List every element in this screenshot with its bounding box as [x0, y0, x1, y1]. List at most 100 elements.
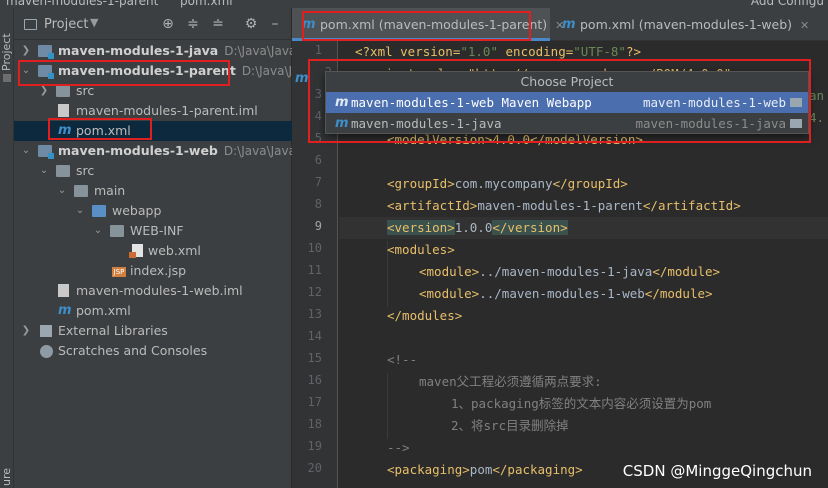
tag-close: </packaging>: [492, 462, 583, 477]
line-number: 11: [307, 263, 322, 277]
comment: -->: [387, 440, 410, 455]
tree-item-label: maven-modules-1-java: [58, 43, 219, 58]
comment: 1、packaging标签的文本内容必须设置为pom: [451, 396, 712, 411]
code-line-7: <groupId>com.mycompany</groupId>: [387, 173, 828, 195]
code-line-16: maven父工程必须遵循两点要求:: [419, 371, 828, 393]
library-icon: [40, 325, 52, 337]
folder-icon: [74, 185, 88, 197]
chevron-down-icon[interactable]: ⌄: [56, 181, 68, 201]
tree-item-web-iml[interactable]: maven-modules-1-web.iml: [14, 281, 292, 301]
tree-item-label: main: [94, 183, 126, 198]
code-line-12: <module>../maven-modules-1-web</module>: [419, 283, 828, 305]
maven-icon: m: [562, 17, 576, 32]
annotation-box-pom-file: [48, 118, 152, 140]
project-panel-title[interactable]: Project: [44, 17, 88, 32]
tree-item-web-inf[interactable]: ⌄ WEB-INF: [14, 221, 292, 241]
tag-close: </groupId>: [552, 176, 628, 191]
code-line-4: 4.: [809, 107, 828, 129]
line-number: 6: [314, 153, 322, 167]
code-line-19: -->: [387, 437, 828, 459]
add-configuration-button[interactable]: Add Configu: [751, 0, 824, 8]
close-icon[interactable]: ✕: [800, 19, 809, 32]
tag-open: <artifactId>: [387, 198, 478, 213]
collapse-all-icon[interactable]: ≐: [209, 15, 227, 33]
breadcrumb-file[interactable]: pom.xml: [180, 0, 233, 8]
folder-icon: [56, 85, 70, 97]
modules-tag: <modules>: [387, 242, 455, 257]
tree-item-web-src[interactable]: ⌄ src: [14, 161, 292, 181]
chevron-right-icon[interactable]: ❯: [20, 321, 32, 341]
breadcrumb-project[interactable]: maven-modules-1-parent: [6, 0, 158, 8]
tree-item-web-xml[interactable]: web.xml: [14, 241, 292, 261]
code-line-10: <modules>: [387, 239, 828, 261]
code-line-3: an: [809, 85, 828, 107]
comment: <!--: [387, 352, 418, 367]
tag-close: </artifactId>: [642, 198, 741, 213]
xml-decl: encoding=: [498, 44, 574, 59]
tree-item-label: pom.xml: [76, 303, 131, 318]
jsp-icon: JSP: [112, 267, 126, 277]
expand-all-icon[interactable]: ≑: [184, 15, 202, 33]
annotation-box-parent-module: [18, 60, 230, 86]
indent-guide: [387, 373, 388, 439]
chevron-down-icon[interactable]: ⌄: [38, 161, 50, 181]
tree-item-web-module[interactable]: ⌄ maven-modules-1-web D:\Java\JavaPro: [14, 141, 292, 161]
tree-item-label: Scratches and Consoles: [58, 343, 208, 358]
tag-text: ../maven-modules-1-java: [479, 264, 653, 279]
hide-icon[interactable]: –: [266, 15, 284, 33]
tag-text: 1.0.0: [454, 220, 493, 235]
tree-item-index-jsp[interactable]: JSP index.jsp: [14, 261, 292, 281]
tree-item-label: src: [76, 163, 95, 178]
tag-close: </version>: [492, 220, 568, 235]
code-line-17: 1、packaging标签的文本内容必须设置为pom: [451, 393, 828, 415]
tag-text: com.mycompany: [454, 176, 553, 191]
code-line-13: </modules>: [387, 305, 828, 327]
line-number: 7: [314, 175, 322, 189]
line-number: 14: [307, 329, 322, 343]
line-number: 13: [307, 307, 322, 321]
chevron-down-icon[interactable]: ⌄: [74, 201, 86, 221]
tree-item-label: External Libraries: [58, 323, 168, 338]
project-panel-header: Project ▼ ⊕ ≑ ≐ ⚙ –: [14, 8, 292, 40]
code-line-18: 2、将src目录删除掉: [451, 415, 828, 437]
line-number: 15: [307, 351, 322, 365]
tag-open: <version>: [387, 220, 455, 235]
chevron-down-icon[interactable]: ⌄: [20, 141, 32, 161]
watermark: CSDN @MinggeQingchun: [622, 462, 812, 480]
project-tool-button[interactable]: Project: [0, 30, 14, 74]
tree-item-external-libraries[interactable]: ❯ External Libraries: [14, 321, 292, 341]
tab-label: pom.xml (maven-modules-1-web): [580, 17, 793, 32]
structure-icon[interactable]: [3, 74, 11, 82]
tag-close: </module>: [644, 286, 713, 301]
folder-icon: [56, 165, 70, 177]
module-path: D:\Java\JavaPro: [241, 64, 292, 78]
tag-close: </module>: [652, 264, 721, 279]
code-line-8: <artifactId>maven-modules-1-parent</arti…: [387, 195, 828, 217]
chevron-down-icon[interactable]: ▼: [90, 16, 98, 29]
module-icon: [38, 45, 54, 59]
code-line-15: <!--: [387, 349, 828, 371]
xml-icon: [129, 244, 143, 258]
tool-window-strip: Project ure: [0, 8, 14, 488]
gear-icon[interactable]: ⚙: [242, 15, 260, 33]
tree-item-webapp[interactable]: ⌄ webapp: [14, 201, 292, 221]
xml-decl: <?xml version=: [355, 44, 461, 59]
line-number: 12: [307, 285, 322, 299]
tree-item-label: webapp: [112, 203, 162, 218]
tree-item-label: maven-modules-1-web.iml: [76, 283, 243, 298]
tree-item-main[interactable]: ⌄ main: [14, 181, 292, 201]
chevron-down-icon[interactable]: ⌄: [92, 221, 104, 241]
tree-item-scratches[interactable]: Scratches and Consoles: [14, 341, 292, 361]
code-line-11: <module>../maven-modules-1-java</module>: [419, 261, 828, 283]
tab-web-pom[interactable]: m pom.xml (maven-modules-1-web) ✕: [552, 8, 828, 41]
structure-tool-button[interactable]: ure: [0, 466, 14, 488]
file-icon: [58, 284, 69, 297]
tree-item-java-module[interactable]: ❯ maven-modules-1-java D:\Java\JavaPro: [14, 41, 292, 61]
locate-icon[interactable]: ⊕: [159, 15, 177, 33]
tree-item-web-pom[interactable]: m pom.xml: [14, 301, 292, 321]
tag-open: <module>: [419, 264, 480, 279]
code-line-9: <version>1.0.0</version>: [339, 217, 828, 239]
chevron-right-icon[interactable]: ❯: [20, 41, 32, 61]
comment: maven父工程必须遵循两点要求:: [419, 374, 602, 389]
line-number: 17: [307, 395, 322, 409]
